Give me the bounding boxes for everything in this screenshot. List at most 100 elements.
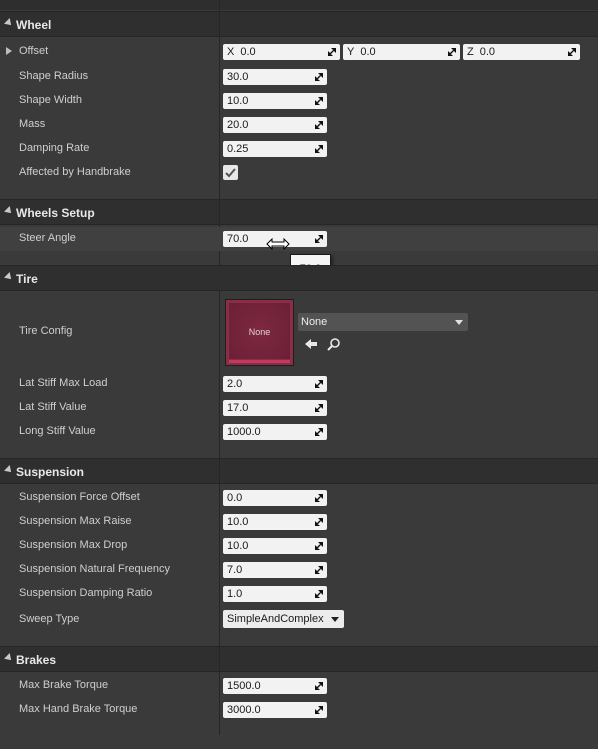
collapse-arrow-icon[interactable] [4, 465, 14, 475]
row-max-brake-torque: Max Brake Torque 1500.0 [0, 674, 598, 698]
shape-radius-field[interactable]: 30.0 [223, 69, 327, 85]
suspension-max-raise-field[interactable]: 10.0 [223, 514, 327, 530]
row-max-hand-brake-torque: Max Hand Brake Torque 3000.0 [0, 698, 598, 722]
section-brakes[interactable]: Brakes [0, 646, 598, 672]
section-title: Suspension [16, 465, 85, 479]
section-wheel[interactable]: Wheel [0, 11, 598, 37]
search-icon[interactable] [327, 337, 341, 351]
drag-handle-icon[interactable] [315, 590, 323, 598]
collapse-arrow-icon[interactable] [4, 272, 14, 282]
drag-handle-icon[interactable] [315, 380, 323, 388]
damping-rate-field[interactable]: 0.25 [223, 141, 327, 157]
property-label: Affected by Handbrake [19, 166, 131, 178]
row-suspension-max-raise: Suspension Max Raise 10.0 [0, 510, 598, 534]
drag-handle-icon[interactable] [315, 566, 323, 574]
property-label: Offset [19, 45, 49, 57]
drag-handle-icon[interactable] [315, 235, 323, 243]
property-label: Suspension Max Raise [19, 515, 132, 527]
property-label: Sweep Type [19, 613, 80, 625]
resize-cursor-icon [266, 238, 290, 250]
row-shape-radius: Shape Radius 30.0 [0, 65, 598, 89]
row-mass: Mass 20.0 [0, 113, 598, 137]
offset-z-field[interactable]: Z 0.0 [463, 44, 580, 60]
section-suspension[interactable]: Suspension [0, 458, 598, 484]
drag-handle-icon[interactable] [568, 48, 576, 56]
chevron-down-icon [331, 617, 339, 622]
section-tire[interactable]: Tire [0, 265, 598, 291]
long-stiff-value-field[interactable]: 1000.0 [223, 424, 327, 440]
drag-handle-icon[interactable] [448, 48, 456, 56]
drag-handle-icon[interactable] [315, 682, 323, 690]
affected-by-handbrake-checkbox[interactable] [223, 165, 238, 180]
drag-handle-icon[interactable] [315, 518, 323, 526]
drag-handle-icon[interactable] [328, 48, 336, 56]
drag-handle-icon[interactable] [315, 73, 323, 81]
drag-handle-icon[interactable] [315, 494, 323, 502]
drag-handle-icon[interactable] [315, 145, 323, 153]
section-title: Tire [16, 272, 38, 286]
suspension-damping-ratio-field[interactable]: 1.0 [223, 586, 327, 602]
max-hand-brake-torque-field[interactable]: 3000.0 [223, 702, 327, 718]
row-suspension-force-offset: Suspension Force Offset 0.0 [0, 486, 598, 510]
row-steer-angle: Steer Angle 70.0 [0, 227, 598, 251]
row-suspension-natural-frequency: Suspension Natural Frequency 7.0 [0, 558, 598, 582]
drag-handle-icon[interactable] [315, 404, 323, 412]
property-label: Shape Radius [19, 70, 89, 82]
property-label: Suspension Natural Frequency [19, 563, 171, 575]
property-label: Lat Stiff Value [19, 401, 87, 413]
property-label: Suspension Max Drop [19, 539, 128, 551]
mass-field[interactable]: 20.0 [223, 117, 327, 133]
drag-handle-icon[interactable] [315, 706, 323, 714]
suspension-max-drop-field[interactable]: 10.0 [223, 538, 327, 554]
checkmark-icon [225, 168, 236, 178]
row-affected-by-handbrake: Affected by Handbrake [0, 161, 598, 185]
section-wheels-setup[interactable]: Wheels Setup [0, 199, 598, 225]
collapse-arrow-icon[interactable] [4, 18, 14, 28]
row-suspension-damping-ratio: Suspension Damping Ratio 1.0 [0, 582, 598, 606]
row-sweep-type: Sweep Type SimpleAndComplex [0, 606, 598, 630]
property-label: Lat Stiff Max Load [19, 377, 108, 389]
lat-stiff-max-load-field[interactable]: 2.0 [223, 376, 327, 392]
max-brake-torque-field[interactable]: 1500.0 [223, 678, 327, 694]
expand-arrow-icon[interactable] [6, 47, 12, 55]
sweep-type-dropdown[interactable]: SimpleAndComplex [223, 610, 344, 628]
shape-width-field[interactable]: 10.0 [223, 93, 327, 109]
suspension-force-offset-field[interactable]: 0.0 [223, 490, 327, 506]
lat-stiff-value-field[interactable]: 17.0 [223, 400, 327, 416]
row-long-stiff-value: Long Stiff Value 1000.0 [0, 420, 598, 444]
collapse-arrow-icon[interactable] [4, 206, 14, 216]
property-label: Mass [19, 118, 46, 130]
asset-thumbnail[interactable]: None [225, 299, 294, 366]
chevron-down-icon [455, 320, 463, 325]
property-label: Damping Rate [19, 142, 90, 154]
section-title: Wheel [16, 18, 52, 32]
drag-handle-icon[interactable] [315, 428, 323, 436]
row-lat-stiff-max-load: Lat Stiff Max Load 2.0 [0, 372, 598, 396]
property-label: Steer Angle [19, 232, 76, 244]
tire-config-dropdown[interactable]: None [298, 313, 468, 331]
drag-handle-icon[interactable] [315, 542, 323, 550]
property-label: Shape Width [19, 94, 82, 106]
property-label: Max Hand Brake Torque [19, 703, 138, 715]
row-suspension-max-drop: Suspension Max Drop 10.0 [0, 534, 598, 558]
drag-handle-icon[interactable] [315, 97, 323, 105]
property-label: Suspension Force Offset [19, 491, 140, 503]
section-title: Wheels Setup [16, 206, 95, 220]
drag-handle-icon[interactable] [315, 121, 323, 129]
property-label: Tire Config [19, 325, 73, 337]
collapse-arrow-icon[interactable] [4, 653, 14, 663]
top-strip [0, 0, 598, 10]
row-damping-rate: Damping Rate 0.25 [0, 137, 598, 161]
arrow-left-icon[interactable] [304, 337, 318, 351]
property-label: Suspension Damping Ratio [19, 587, 153, 599]
details-panel: Wheel Offset X 0.0 Y 0.0 Z 0.0 Shape Radius… [0, 0, 598, 749]
row-shape-width: Shape Width 10.0 [0, 89, 598, 113]
offset-y-field[interactable]: Y 0.0 [343, 44, 460, 60]
section-title: Brakes [16, 653, 57, 667]
thumbnail-caption: None [248, 327, 271, 337]
suspension-natural-frequency-field[interactable]: 7.0 [223, 562, 327, 578]
property-label: Long Stiff Value [19, 425, 96, 437]
row-offset: Offset X 0.0 Y 0.0 Z 0.0 [0, 40, 598, 64]
row-lat-stiff-value: Lat Stiff Value 17.0 [0, 396, 598, 420]
offset-x-field[interactable]: X 0.0 [223, 44, 340, 60]
